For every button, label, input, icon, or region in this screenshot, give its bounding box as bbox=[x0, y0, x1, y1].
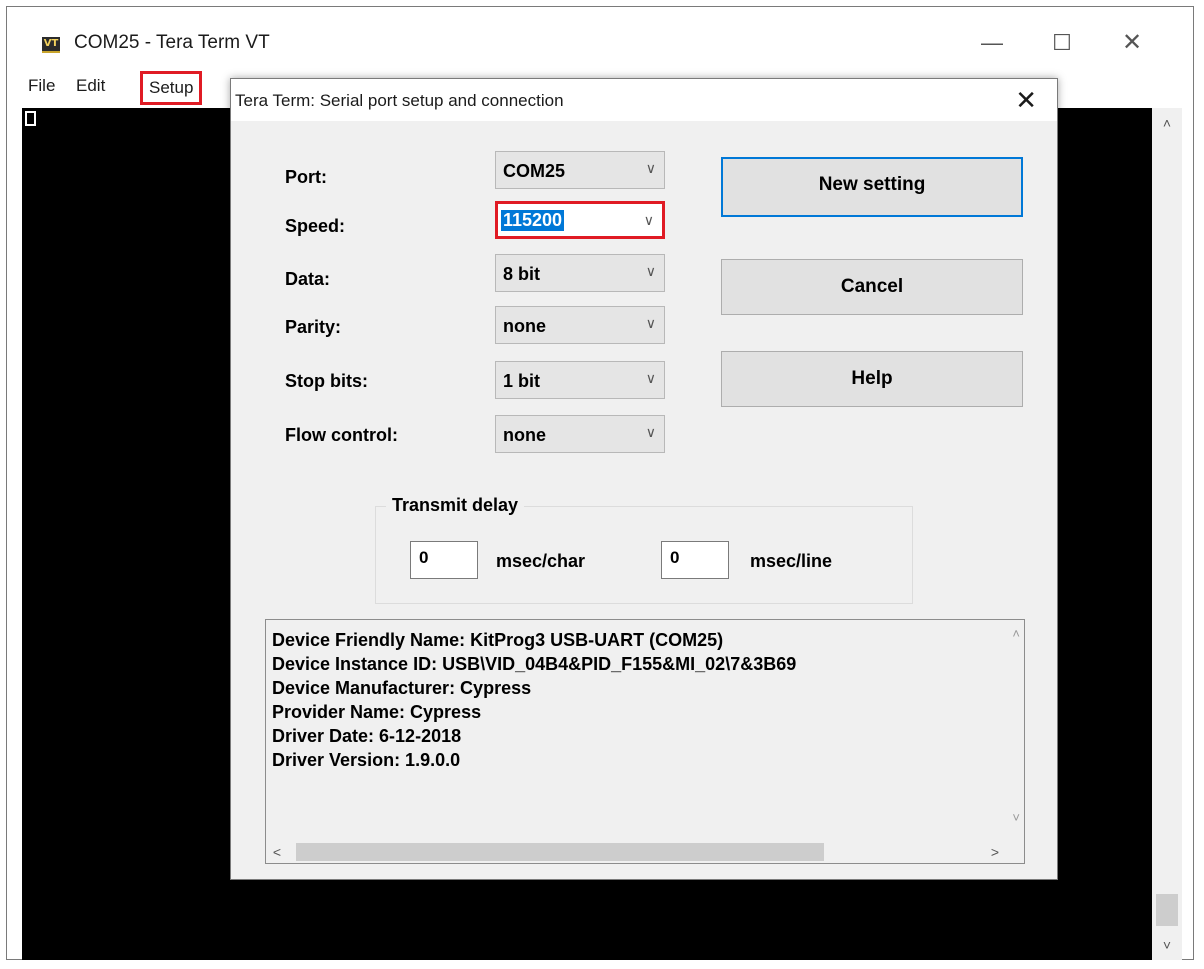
chevron-down-icon: ∨ bbox=[645, 370, 656, 386]
port-label: Port: bbox=[285, 167, 327, 187]
flow-control-select[interactable]: none ∨ bbox=[495, 415, 665, 453]
transmit-delay-group: Transmit delay 0 msec/char 0 msec/line bbox=[375, 495, 913, 604]
device-info-box[interactable]: Device Friendly Name: KitProg3 USB-UART … bbox=[265, 619, 1025, 864]
maximize-button[interactable]: ☐ bbox=[1042, 28, 1082, 58]
menu-file[interactable]: File bbox=[28, 76, 55, 96]
data-select[interactable]: 8 bit ∨ bbox=[495, 254, 665, 292]
port-value: COM25 bbox=[503, 161, 566, 181]
menu-edit[interactable]: Edit bbox=[76, 76, 105, 96]
stop-bits-value: 1 bit bbox=[503, 371, 541, 391]
speed-value: 115200 bbox=[501, 210, 565, 231]
port-select[interactable]: COM25 ∨ bbox=[495, 151, 665, 189]
chevron-down-icon: ∨ bbox=[643, 212, 654, 228]
speed-label: Speed: bbox=[285, 216, 346, 236]
parity-value: none bbox=[503, 316, 546, 336]
chevron-down-icon: ∨ bbox=[645, 263, 656, 279]
info-line: Driver Version: 1.9.0.0 bbox=[272, 750, 461, 770]
scroll-right-icon[interactable]: > bbox=[984, 841, 1006, 863]
scroll-up-icon[interactable]: ˄ bbox=[1012, 626, 1020, 641]
help-button[interactable]: Help bbox=[721, 351, 1023, 407]
speed-select[interactable]: 115200 ∨ bbox=[495, 201, 665, 239]
info-horizontal-scrollbar[interactable]: < > bbox=[266, 841, 1006, 863]
msec-char-input[interactable]: 0 bbox=[410, 541, 478, 579]
scroll-left-icon[interactable]: < bbox=[266, 841, 288, 863]
transmit-delay-title: Transmit delay bbox=[386, 495, 525, 516]
scrollbar-thumb[interactable] bbox=[1156, 894, 1178, 926]
window-title: COM25 - Tera Term VT bbox=[74, 32, 270, 53]
dialog-titlebar: Tera Term: Serial port setup and connect… bbox=[231, 79, 1057, 121]
chevron-down-icon: ∨ bbox=[645, 424, 656, 440]
new-setting-button[interactable]: New setting bbox=[721, 157, 1023, 217]
data-value: 8 bit bbox=[503, 264, 541, 284]
info-line: Device Manufacturer: Cypress bbox=[272, 678, 532, 698]
msec-char-label: msec/char bbox=[496, 551, 586, 571]
stop-bits-select[interactable]: 1 bit ∨ bbox=[495, 361, 665, 399]
parity-label: Parity: bbox=[285, 317, 342, 337]
cancel-button[interactable]: Cancel bbox=[721, 259, 1023, 315]
info-line: Provider Name: Cypress bbox=[272, 702, 482, 722]
scrollbar-thumb[interactable] bbox=[296, 843, 824, 861]
serial-port-dialog: Tera Term: Serial port setup and connect… bbox=[230, 78, 1058, 880]
menu-setup[interactable]: Setup bbox=[140, 71, 203, 105]
terminal-scrollbar[interactable]: ˄ ˅ bbox=[1152, 108, 1182, 960]
parity-select[interactable]: none ∨ bbox=[495, 306, 665, 344]
dialog-close-button[interactable]: ✕ bbox=[1015, 85, 1037, 116]
flow-control-label: Flow control: bbox=[285, 425, 398, 445]
chevron-down-icon: ∨ bbox=[645, 160, 656, 176]
terminal-cursor bbox=[25, 111, 36, 126]
msec-line-input[interactable]: 0 bbox=[661, 541, 729, 579]
scroll-down-icon[interactable]: ˅ bbox=[1152, 930, 1182, 960]
data-label: Data: bbox=[285, 269, 331, 289]
flow-control-value: none bbox=[503, 425, 546, 445]
info-line: Device Friendly Name: KitProg3 USB-UART … bbox=[272, 630, 724, 650]
window-titlebar: VT COM25 - Tera Term VT — ☐ ✕ bbox=[22, 18, 1182, 70]
teraterm-app-icon: VT bbox=[42, 37, 60, 53]
minimize-button[interactable]: — bbox=[972, 28, 1012, 58]
info-line: Driver Date: 6-12-2018 bbox=[272, 726, 462, 746]
scroll-down-icon[interactable]: ˅ bbox=[1012, 810, 1020, 825]
msec-line-label: msec/line bbox=[750, 551, 833, 571]
chevron-down-icon: ∨ bbox=[645, 315, 656, 331]
scroll-up-icon[interactable]: ˄ bbox=[1152, 108, 1182, 138]
info-line: Device Instance ID: USB\VID_04B4&PID_F15… bbox=[272, 654, 797, 674]
stop-bits-label: Stop bits: bbox=[285, 371, 368, 391]
dialog-title: Tera Term: Serial port setup and connect… bbox=[235, 91, 564, 110]
close-window-button[interactable]: ✕ bbox=[1112, 28, 1152, 58]
